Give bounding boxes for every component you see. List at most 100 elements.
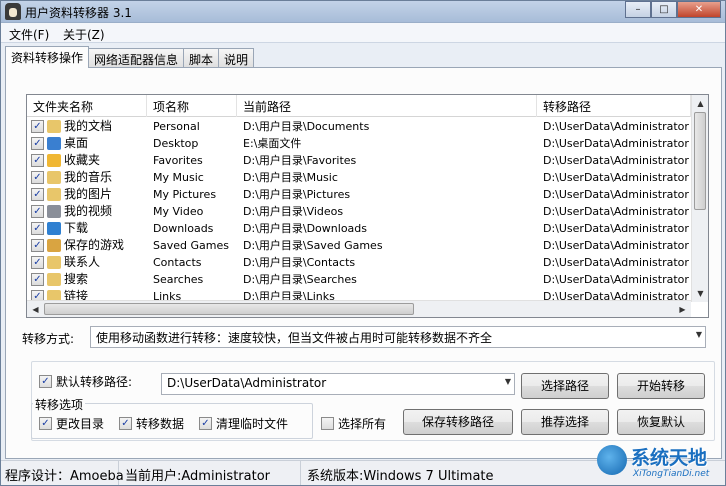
start-transfer-button[interactable]: 开始转移 — [617, 373, 705, 399]
table-row[interactable]: ✓ 保存的游戏 Saved Games D:\用户目录\Saved Games D:\U… — [27, 237, 691, 254]
table-row[interactable]: ✓ 搜索 Searches D:\用户目录\Searches D:\UserData\A… — [27, 271, 691, 288]
tab-script[interactable]: 脚本 — [183, 48, 220, 68]
row-checkbox[interactable]: ✓ — [31, 188, 44, 201]
vertical-scrollbar[interactable]: ▲ ▼ — [691, 95, 708, 302]
horizontal-scrollbar[interactable]: ◀ ▶ — [27, 300, 691, 317]
folder-name-cell: ✓ 我的音乐 — [27, 169, 147, 186]
folder-name-cell: ✓ 收藏夹 — [27, 152, 147, 169]
change-dir-check-icon: ✓ — [39, 417, 52, 430]
row-checkbox[interactable]: ✓ — [31, 154, 44, 167]
maximize-button[interactable]: □ — [651, 1, 677, 18]
current-path-cell: D:\用户目录\Searches — [243, 273, 357, 286]
minimize-button[interactable]: – — [625, 1, 651, 18]
current-path-cell: D:\用户目录\Documents — [243, 120, 370, 133]
tab-help[interactable]: 说明 — [218, 48, 255, 68]
downloads-arrow-icon — [47, 222, 61, 235]
saved-games-icon — [47, 239, 61, 252]
scroll-right-icon[interactable]: ▶ — [674, 301, 691, 317]
row-checkbox[interactable]: ✓ — [31, 222, 44, 235]
scroll-down-icon[interactable]: ▼ — [692, 285, 708, 302]
table-row[interactable]: ✓ 我的音乐 My Music D:\用户目录\Music D:\UserData\Ad… — [27, 169, 691, 186]
app-window: 用户资料转移器 3.1 – □ ✕ 文件(F) 关于(Z) 资料转移操作 网络适… — [0, 0, 726, 486]
target-path-cell: D:\UserData\Administrator — [543, 256, 689, 269]
row-checkbox[interactable]: ✓ — [31, 239, 44, 252]
current-path-cell: D:\用户目录\Pictures — [243, 188, 351, 201]
target-path-cell: D:\UserData\Administrator — [543, 222, 689, 235]
default-path-checkbox[interactable]: ✓ 默认转移路径: — [39, 373, 135, 390]
default-path-label: 默认转移路径: — [56, 375, 133, 389]
folder-name: 搜索 — [64, 272, 89, 286]
table-row[interactable]: ✓ 联系人 Contacts D:\用户目录\Contacts D:\UserData\… — [27, 254, 691, 271]
table-row[interactable]: ✓ 下载 Downloads D:\用户目录\Downloads D:\UserData… — [27, 220, 691, 237]
row-checkbox[interactable]: ✓ — [31, 137, 44, 150]
transfer-data-label: 转移数据 — [136, 417, 185, 431]
current-path-cell: D:\用户目录\Videos — [243, 205, 344, 218]
item-name-cell: My Music — [153, 171, 204, 184]
row-checkbox[interactable]: ✓ — [31, 171, 44, 184]
current-path-cell: D:\用户目录\Favorites — [243, 154, 357, 167]
folder-name-cell: ✓ 保存的游戏 — [27, 237, 147, 254]
contacts-folder-icon — [47, 256, 61, 269]
select-all-checkbox[interactable]: 选择所有 — [321, 415, 389, 432]
save-path-button[interactable]: 保存转移路径 — [403, 409, 513, 435]
transfer-data-checkbox[interactable]: ✓ 转移数据 — [119, 415, 187, 432]
current-path-cell: D:\用户目录\Music — [243, 171, 338, 184]
default-path-select[interactable]: D:\UserData\Administrator ▼ — [161, 373, 515, 395]
menu-file[interactable]: 文件(F) — [9, 26, 49, 43]
clean-temp-label: 清理临时文件 — [216, 417, 289, 431]
watermark-logo-icon — [597, 445, 627, 475]
watermark-title: 系统天地 — [631, 447, 708, 469]
scroll-up-icon[interactable]: ▲ — [692, 95, 708, 112]
column-current-path[interactable]: 当前路径 — [237, 95, 537, 117]
target-path-cell: D:\UserData\Administrator — [543, 137, 689, 150]
status-designer: 程序设计：Amoeba — [1, 461, 124, 485]
row-checkbox[interactable]: ✓ — [31, 120, 44, 133]
restore-default-button[interactable]: 恢复默认 — [617, 409, 705, 435]
row-checkbox[interactable]: ✓ — [31, 256, 44, 269]
choose-path-button[interactable]: 选择路径 — [521, 373, 609, 399]
table-row[interactable]: ✓ 收藏夹 Favorites D:\用户目录\Favorites D:\UserDat… — [27, 152, 691, 169]
column-target-path[interactable]: 转移路径 — [537, 95, 691, 117]
target-path-cell: D:\UserData\Administrator — [543, 154, 689, 167]
tab-network-adapter[interactable]: 网络适配器信息 — [88, 48, 185, 68]
vertical-scroll-thumb[interactable] — [694, 112, 706, 210]
transfer-mode-value: 使用移动函数进行转移：速度较快，但当文件被占用时可能转移数据不齐全 — [96, 331, 493, 345]
folder-name-cell: ✓ 联系人 — [27, 254, 147, 271]
menu-about[interactable]: 关于(Z) — [63, 26, 105, 43]
close-button[interactable]: ✕ — [677, 1, 721, 18]
clean-temp-checkbox[interactable]: ✓ 清理临时文件 — [199, 415, 291, 432]
tab-transfer[interactable]: 资料转移操作 — [5, 46, 90, 68]
list-body: ✓ 我的文档 Personal D:\用户目录\Documents D:\UserDat… — [27, 118, 691, 304]
horizontal-scroll-thumb[interactable] — [44, 303, 414, 315]
desktop-icon — [47, 137, 61, 150]
row-checkbox[interactable]: ✓ — [31, 205, 44, 218]
transfer-mode-select[interactable]: 使用移动函数进行转移：速度较快，但当文件被占用时可能转移数据不齐全 ▼ — [90, 326, 706, 348]
clean-temp-check-icon: ✓ — [199, 417, 212, 430]
folder-name: 下载 — [64, 221, 89, 235]
folder-name-cell: ✓ 下载 — [27, 220, 147, 237]
item-name-cell: Searches — [153, 273, 204, 286]
item-name-cell: Saved Games — [153, 239, 229, 252]
table-row[interactable]: ✓ 我的文档 Personal D:\用户目录\Documents D:\UserDat… — [27, 118, 691, 135]
current-path-cell: D:\用户目录\Saved Games — [243, 239, 383, 252]
folder-list[interactable]: 文件夹名称 项名称 当前路径 转移路径 ✓ 我的文档 Personal D:\用户目录… — [26, 94, 709, 318]
table-row[interactable]: ✓ 我的图片 My Pictures D:\用户目录\Pictures D:\UserD… — [27, 186, 691, 203]
table-row[interactable]: ✓ 桌面 Desktop E:\桌面文件 D:\UserData\Administrat… — [27, 135, 691, 152]
folder-name-cell: ✓ 我的图片 — [27, 186, 147, 203]
column-folder-name[interactable]: 文件夹名称 — [27, 95, 147, 117]
recommend-button[interactable]: 推荐选择 — [521, 409, 609, 435]
folder-name: 我的音乐 — [64, 170, 113, 184]
folder-name: 收藏夹 — [64, 153, 101, 167]
table-row[interactable]: ✓ 我的视频 My Video D:\用户目录\Videos D:\UserData\A… — [27, 203, 691, 220]
column-item-name[interactable]: 项名称 — [147, 95, 237, 117]
row-checkbox[interactable]: ✓ — [31, 273, 44, 286]
scroll-left-icon[interactable]: ◀ — [27, 301, 44, 317]
select-all-check-icon — [321, 417, 334, 430]
transfer-data-check-icon: ✓ — [119, 417, 132, 430]
title-bar[interactable]: 用户资料转移器 3.1 – □ ✕ — [1, 1, 725, 23]
item-name-cell: Personal — [153, 120, 200, 133]
target-path-cell: D:\UserData\Administrator — [543, 205, 689, 218]
folder-name-cell: ✓ 搜索 — [27, 271, 147, 288]
folder-name-cell: ✓ 桌面 — [27, 135, 147, 152]
change-dir-checkbox[interactable]: ✓ 更改目录 — [39, 415, 107, 432]
